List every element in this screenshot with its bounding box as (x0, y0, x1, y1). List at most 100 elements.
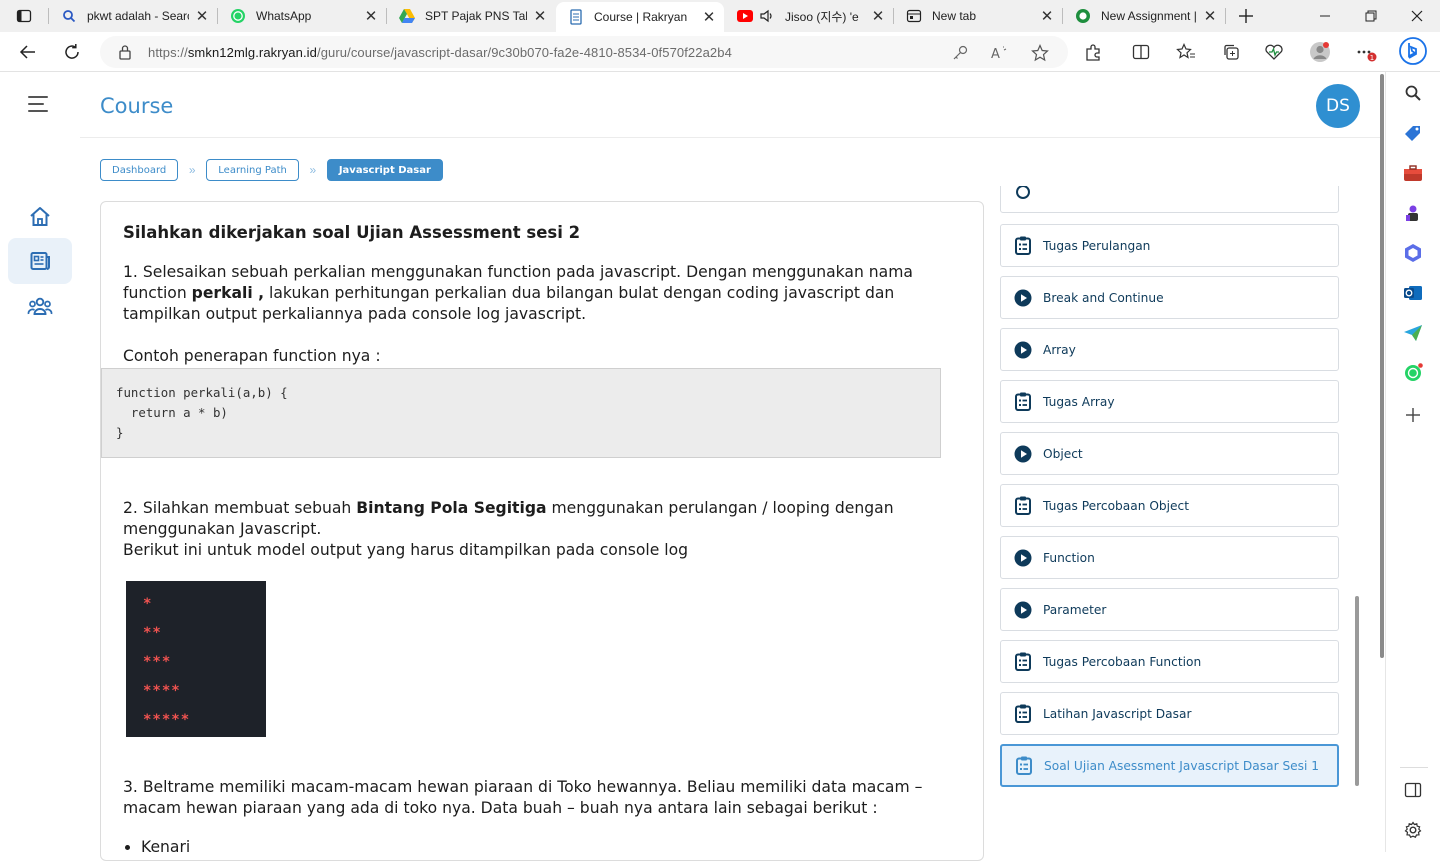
whatsapp-icon[interactable] (1402, 362, 1424, 384)
lesson-list-scrollbar[interactable] (1355, 596, 1359, 786)
list-item: Kenari (141, 837, 963, 858)
close-icon[interactable]: ✕ (531, 7, 549, 25)
lock-icon[interactable] (118, 44, 134, 60)
lesson-title: Tugas Percobaan Function (1043, 654, 1202, 669)
close-icon[interactable]: ✕ (1038, 7, 1056, 25)
lesson-item[interactable]: Function (1000, 536, 1339, 579)
lesson-item[interactable]: Parameter (1000, 588, 1339, 631)
restore-button[interactable] (1348, 0, 1394, 32)
outlook-icon[interactable] (1402, 282, 1424, 304)
lesson-item[interactable]: Tugas Array (1000, 380, 1339, 423)
tab-whatsapp[interactable]: WhatsApp ✕ (218, 0, 386, 32)
home-icon (30, 207, 50, 226)
page-scrollbar[interactable] (1380, 74, 1384, 658)
shopping-tag-icon[interactable] (1402, 122, 1424, 144)
clipboard-icon (1013, 652, 1033, 672)
new-tab-button[interactable] (1234, 4, 1258, 28)
code-example: function perkali(a,b) { return a * b) } (101, 368, 941, 458)
send-icon[interactable] (1402, 322, 1424, 344)
q2-text-part: 2. Silahkan membuat sebuah (123, 499, 357, 517)
bing-copilot-icon[interactable] (1398, 36, 1428, 66)
search-icon[interactable] (1402, 82, 1424, 104)
browser-essentials-icon[interactable] (1262, 40, 1286, 64)
question-2-text: 2. Silahkan membuat sebuah Bintang Pola … (123, 498, 963, 540)
microsoft-365-icon[interactable] (1402, 242, 1424, 264)
read-aloud-icon[interactable]: A (991, 44, 1009, 62)
tab-actions-button[interactable] (0, 0, 48, 32)
lesson-item[interactable]: Tugas Perulangan (1000, 224, 1339, 267)
play-circle-icon (1013, 340, 1033, 360)
lesson-item[interactable]: Tugas Percobaan Object (1000, 484, 1339, 527)
close-icon[interactable]: ✕ (700, 8, 718, 26)
lesson-item[interactable]: Tugas Percobaan Function (1000, 640, 1339, 683)
hide-sidebar-icon[interactable] (1402, 779, 1424, 801)
google-drive-icon (399, 8, 415, 24)
tab-new-assignment[interactable]: New Assignment | 2 ✕ (1063, 0, 1225, 32)
window-close-button[interactable] (1394, 0, 1440, 32)
back-button[interactable] (12, 36, 44, 68)
lesson-item[interactable]: Object (1000, 432, 1339, 475)
minimize-button[interactable] (1302, 0, 1348, 32)
output-line: ** (143, 625, 162, 641)
close-icon[interactable]: ✕ (193, 7, 211, 25)
lesson-content-card: Silahkan dikerjakan soal Ujian Assessmen… (100, 201, 984, 861)
profile-icon[interactable] (1308, 40, 1332, 64)
refresh-button[interactable] (56, 36, 88, 68)
speaker-icon[interactable] (759, 8, 775, 24)
nav-home[interactable] (8, 194, 72, 240)
close-icon[interactable]: ✕ (362, 7, 380, 25)
tools-briefcase-icon[interactable] (1402, 162, 1424, 184)
collections-icon[interactable] (1219, 40, 1243, 64)
split-screen-icon[interactable] (1129, 40, 1153, 64)
tab-google-drive[interactable]: SPT Pajak PNS Tahu ✕ (387, 0, 555, 32)
tab-title: SPT Pajak PNS Tahu (425, 9, 527, 23)
plus-icon (1239, 9, 1253, 23)
lesson-item[interactable]: Soal Ujian Asessment Javascript Dasar Se… (1000, 744, 1339, 787)
lesson-item[interactable]: Break and Continue (1000, 276, 1339, 319)
key-icon[interactable] (951, 44, 969, 62)
settings-gear-icon[interactable] (1402, 819, 1424, 841)
tab-separator (1225, 8, 1226, 24)
lesson-item[interactable]: Latihan Javascript Dasar (1000, 692, 1339, 735)
notification-badge: 1 (1370, 54, 1374, 62)
address-bar[interactable]: https://smkn12mlg.rakryan.id/guru/course… (100, 36, 1068, 68)
output-line: * (143, 596, 153, 612)
clipboard-icon (1014, 756, 1034, 776)
lesson-list: Tugas Perulangan Break and Continue Array T… (994, 186, 1350, 852)
search-icon (61, 8, 77, 24)
tab-new-tab[interactable]: New tab ✕ (894, 0, 1062, 32)
nav-course[interactable] (8, 238, 72, 284)
tab-search[interactable]: pkwt adalah - Searc ✕ (49, 0, 217, 32)
lesson-item[interactable] (1000, 186, 1339, 213)
avatar[interactable]: DS (1316, 84, 1360, 128)
favorite-star-icon[interactable] (1031, 44, 1049, 62)
url-path: /guru/course/javascript-dasar/9c30b070-f… (316, 44, 732, 60)
close-icon[interactable]: ✕ (869, 7, 887, 25)
breadcrumb-learning-path[interactable]: Learning Path (206, 159, 299, 181)
close-icon[interactable]: ✕ (1201, 7, 1219, 25)
clipboard-icon (1013, 392, 1033, 412)
tab-youtube[interactable]: Jisoo (지수) 'e ✕ (725, 0, 893, 32)
nav-users[interactable] (8, 284, 72, 330)
lesson-item[interactable]: Array (1000, 328, 1339, 371)
tab-title: New tab (932, 9, 977, 23)
course-icon (30, 252, 50, 270)
question-3-text: 3. Beltrame memiliki macam-macam hewan p… (123, 778, 923, 817)
output-line: *** (143, 654, 172, 670)
favorites-icon[interactable] (1174, 40, 1198, 64)
more-menu-icon[interactable]: 1 (1354, 40, 1378, 64)
question-3-block: 3. Beltrame memiliki macam-macam hewan p… (123, 777, 963, 858)
lesson-title: Tugas Perulangan (1043, 238, 1151, 253)
breadcrumb-dashboard[interactable]: Dashboard (100, 159, 179, 181)
console-output-image: * ** *** **** ***** (126, 581, 266, 737)
tab-course-rakryan[interactable]: Course | Rakryan ✕ (556, 2, 724, 32)
add-sidebar-app-icon[interactable] (1402, 404, 1424, 426)
page-title: Course (100, 94, 174, 118)
menu-toggle-icon[interactable] (28, 96, 52, 114)
close-icon (1411, 10, 1423, 22)
breadcrumb: Dashboard » Learning Path » Javascript D… (100, 159, 443, 181)
refresh-icon (65, 44, 79, 59)
games-icon[interactable] (1402, 202, 1424, 224)
tab-title: pkwt adalah - Searc (87, 9, 189, 23)
extensions-icon[interactable] (1081, 40, 1105, 64)
